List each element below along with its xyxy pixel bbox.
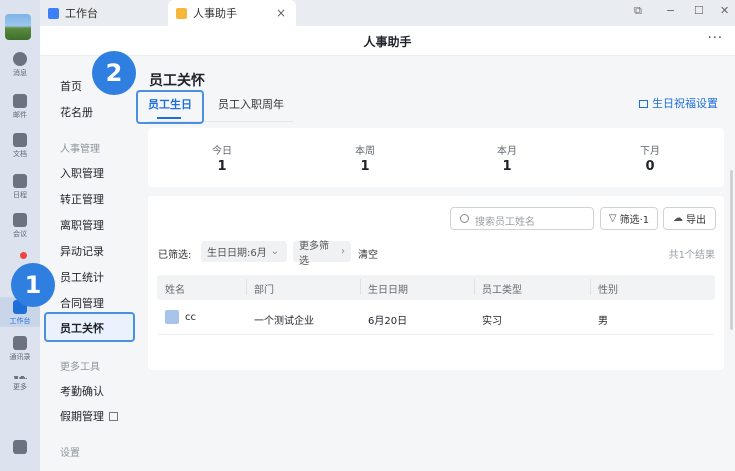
sidebar-item-care-label: 员工关怀 [60,322,104,335]
window-close-icon[interactable]: ✕ [720,4,729,17]
org-chart-icon [13,336,27,350]
ellipsis-icon [13,376,27,380]
column-header-employee-type: 员工类型 [482,285,522,296]
close-icon[interactable]: × [276,6,286,20]
step-badge-1: 1 [11,263,55,307]
mail-icon [13,94,27,108]
search-icon [460,214,469,223]
column-divider [360,279,361,295]
tab-workbench[interactable]: 工作台 [46,0,164,26]
cloud-export-icon: ☁ [673,213,683,224]
rail-item-calendar[interactable]: 日程 [0,174,40,200]
column-header-name: 姓名 [165,285,185,296]
stat-this-week: 本周 1 [355,146,375,174]
sidebar-item-care[interactable]: 员工关怀 [44,312,135,342]
column-header-birthday: 生日日期 [368,285,408,296]
rail-item-apps[interactable] [0,440,40,454]
more-filters-chip[interactable]: 更多筛选 › [293,241,351,267]
grid-icon [48,7,59,19]
app-title: 人事助手 [363,35,412,49]
applied-filters-label: 已筛选: [158,250,192,261]
search-input[interactable]: 搜索员工姓名 [450,207,594,230]
birthday-stats-card: 今日 1 本周 1 本月 1 下月 0 [148,128,724,187]
sidebar-item-attendance[interactable]: 考勤确认 [60,383,104,399]
sidebar-item-offboarding[interactable]: 离职管理 [60,217,104,233]
tab-highlight-box [136,90,204,124]
sidebar-item-onboarding[interactable]: 入职管理 [60,165,104,181]
result-count: 共1个结果 [668,250,715,261]
tab-bar: 工作台 人事助手 × ⧉ − ☐ ✕ [40,0,735,26]
sidebar-item-statistics[interactable]: 员工统计 [60,269,104,285]
stat-next-month: 下月 0 [640,146,660,174]
sidebar-group-settings: 设置 [60,448,80,459]
cell-department: 一个测试企业 [254,316,314,327]
calendar-icon [639,100,648,108]
apps-icon [13,440,27,454]
sidebar-item-leave[interactable]: 假期管理 [60,408,118,424]
minimize-icon[interactable]: − [666,4,675,17]
document-icon [13,133,27,147]
tab-hr-assistant[interactable]: 人事助手 × [168,0,296,26]
birthday-filter-chip[interactable]: 生日日期:6月 ⌄ [201,241,287,262]
chat-bubble-icon [13,52,27,66]
scrollbar[interactable] [730,170,733,330]
birthday-greeting-settings-link[interactable]: 生日祝福设置 [639,95,718,111]
export-button[interactable]: ☁ 导出 [663,207,716,230]
rail-item-docs[interactable]: 文档 [0,133,40,159]
user-avatar-icon [165,310,179,324]
column-divider [246,279,247,295]
external-link-icon [109,412,118,421]
rail-item-messages[interactable]: 消息 [0,52,40,78]
app-titlebar: 人事助手 ··· [40,26,735,56]
filter-button[interactable]: ▽ 筛选·1 [600,207,658,230]
rail-item-more[interactable]: 更多 [0,376,40,392]
pin-window-icon[interactable]: ⧉ [634,4,642,18]
hr-sidebar: 首页 花名册 人事管理 入职管理 转正管理 离职管理 异动记录 员工统计 合同管… [40,56,148,471]
rail-item-contacts[interactable]: 通讯录 [0,336,40,362]
table-row-divider [157,334,715,335]
cell-gender: 男 [598,316,608,327]
sidebar-item-changes[interactable]: 异动记录 [60,243,104,259]
chevron-right-icon: › [341,246,345,257]
table-header [157,275,715,300]
step-badge-2: 2 [92,51,136,95]
person-icon [176,7,187,19]
column-header-department: 部门 [254,285,274,296]
sidebar-item-roster[interactable]: 花名册 [60,104,93,120]
stat-this-month: 本月 1 [497,146,517,174]
chevron-down-icon: ⌄ [270,246,280,257]
cell-employee-type: 实习 [482,316,502,327]
rail-item-meeting[interactable]: 会议 [0,213,40,239]
column-divider [474,279,475,295]
sidebar-item-home[interactable]: 首页 [60,78,82,94]
video-meeting-icon [13,213,27,227]
maximize-icon[interactable]: ☐ [694,4,704,17]
rail-item-mail[interactable]: 邮件 [0,94,40,120]
column-header-gender: 性别 [598,285,618,296]
calendar-icon [13,174,27,188]
sidebar-group-tools: 更多工具 [60,362,100,373]
filter-funnel-icon: ▽ [608,213,617,224]
column-divider [590,279,591,295]
sidebar-item-contracts[interactable]: 合同管理 [60,295,104,311]
sidebar-item-regularization[interactable]: 转正管理 [60,191,104,207]
tab-employee-anniversary[interactable]: 员工入职周年 [218,96,284,112]
cell-name[interactable]: cc [185,312,196,323]
avatar[interactable] [5,14,31,40]
notification-dot [20,252,27,259]
more-options-icon[interactable]: ··· [708,31,723,46]
left-rail: 消息 邮件 文档 日程 会议 工作台 通讯录 更多 [0,0,40,471]
page-title: 员工关怀 [149,73,205,89]
cell-birthday: 6月20日 [368,316,408,327]
sidebar-group-hr: 人事管理 [60,144,100,155]
stat-today: 今日 1 [212,146,232,174]
clear-filters-link[interactable]: 清空 [358,246,378,261]
